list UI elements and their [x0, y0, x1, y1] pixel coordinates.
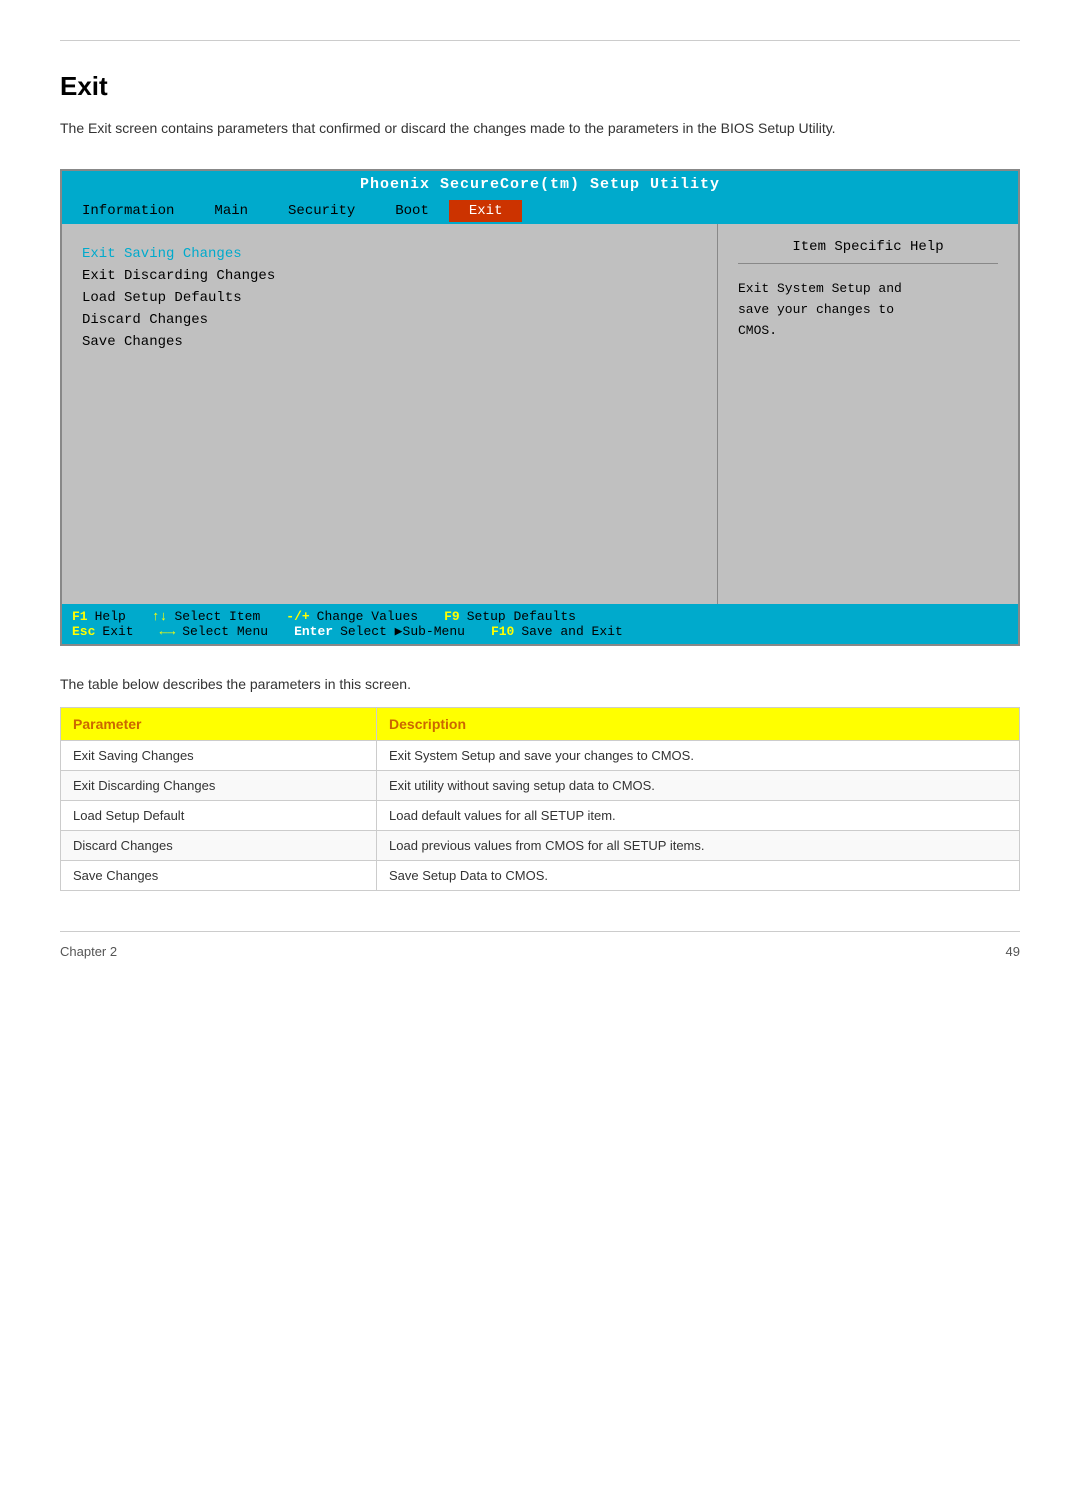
bottom-divider [60, 931, 1020, 932]
page-title: Exit [60, 71, 1020, 102]
page-container: Exit The Exit screen contains parameters… [0, 0, 1080, 1512]
params-table: Parameter Description Exit Saving Change… [60, 707, 1020, 891]
bios-title-bar: Phoenix SecureCore(tm) Setup Utility [62, 171, 1018, 198]
page-number: 49 [1006, 944, 1020, 959]
bios-right-panel: Item Specific Help Exit System Setup and… [718, 224, 1018, 604]
bios-footer: F1 Help ↑↓ Select Item -/+ Change Values… [62, 604, 1018, 644]
table-cell-description: Load default values for all SETUP item. [377, 801, 1020, 831]
label-select-submenu: Select ▶Sub-Menu [340, 624, 465, 639]
table-cell-parameter: Exit Saving Changes [61, 741, 377, 771]
key-f1: F1 [72, 609, 88, 624]
intro-text: The Exit screen contains parameters that… [60, 118, 1020, 139]
nav-item-boot[interactable]: Boot [375, 200, 449, 222]
table-row: Load Setup DefaultLoad default values fo… [61, 801, 1020, 831]
menu-item-load-defaults[interactable]: Load Setup Defaults [82, 288, 697, 308]
col-header-parameter: Parameter [61, 708, 377, 741]
bios-body: Exit Saving Changes Exit Discarding Chan… [62, 224, 1018, 604]
table-cell-description: Save Setup Data to CMOS. [377, 861, 1020, 891]
bios-footer-line2: Esc Exit ←→ Select Menu Enter Select ▶Su… [72, 624, 1008, 639]
bios-footer-content: F1 Help ↑↓ Select Item -/+ Change Values… [72, 609, 1008, 639]
col-header-description: Description [377, 708, 1020, 741]
label-exit: Exit [102, 624, 133, 639]
label-save-exit: Save and Exit [521, 624, 622, 639]
top-divider [60, 40, 1020, 41]
bios-footer-line1: F1 Help ↑↓ Select Item -/+ Change Values… [72, 609, 1008, 624]
key-enter: Enter [294, 624, 333, 639]
label-select-item: Select Item [174, 609, 260, 624]
bios-help-text: Exit System Setup andsave your changes t… [738, 279, 998, 341]
key-esc: Esc [72, 624, 95, 639]
table-cell-description: Load previous values from CMOS for all S… [377, 831, 1020, 861]
label-change-values: Change Values [317, 609, 418, 624]
bios-nav-bar: Information Main Security Boot Exit [62, 198, 1018, 224]
key-f9: F9 [444, 609, 460, 624]
label-help: Help [95, 609, 126, 624]
key-updown: ↑↓ [152, 609, 168, 624]
table-desc-text: The table below describes the parameters… [60, 676, 1020, 692]
table-cell-parameter: Exit Discarding Changes [61, 771, 377, 801]
table-row: Exit Saving ChangesExit System Setup and… [61, 741, 1020, 771]
label-select-menu: Select Menu [182, 624, 268, 639]
table-cell-description: Exit utility without saving setup data t… [377, 771, 1020, 801]
table-row: Save ChangesSave Setup Data to CMOS. [61, 861, 1020, 891]
table-cell-description: Exit System Setup and save your changes … [377, 741, 1020, 771]
nav-item-security[interactable]: Security [268, 200, 375, 222]
table-cell-parameter: Save Changes [61, 861, 377, 891]
menu-item-exit-discarding[interactable]: Exit Discarding Changes [82, 266, 697, 286]
table-row: Discard ChangesLoad previous values from… [61, 831, 1020, 861]
table-cell-parameter: Load Setup Default [61, 801, 377, 831]
bios-help-title: Item Specific Help [738, 239, 998, 264]
table-cell-parameter: Discard Changes [61, 831, 377, 861]
footer-bar: Chapter 2 49 [60, 944, 1020, 959]
bios-container: Phoenix SecureCore(tm) Setup Utility Inf… [60, 169, 1020, 646]
chapter-label: Chapter 2 [60, 944, 117, 959]
bios-left-panel: Exit Saving Changes Exit Discarding Chan… [62, 224, 718, 604]
key-f10: F10 [491, 624, 514, 639]
table-row: Exit Discarding ChangesExit utility with… [61, 771, 1020, 801]
table-header-row: Parameter Description [61, 708, 1020, 741]
menu-item-discard-changes[interactable]: Discard Changes [82, 310, 697, 330]
menu-item-exit-saving[interactable]: Exit Saving Changes [82, 244, 697, 264]
key-leftright: ←→ [160, 624, 176, 639]
nav-item-main[interactable]: Main [194, 200, 268, 222]
menu-item-save-changes[interactable]: Save Changes [82, 332, 697, 352]
label-setup-defaults: Setup Defaults [467, 609, 576, 624]
nav-item-information[interactable]: Information [62, 200, 194, 222]
nav-item-exit[interactable]: Exit [449, 200, 523, 222]
key-plusminus: -/+ [286, 609, 309, 624]
